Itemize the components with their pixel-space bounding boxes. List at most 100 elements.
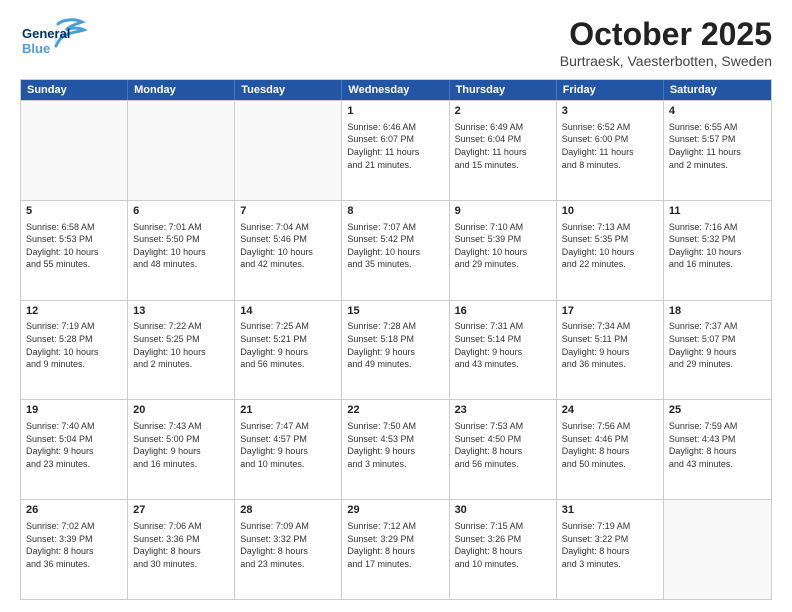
cell-line: Sunrise: 7:59 AM	[669, 420, 766, 433]
cell-line: and 56 minutes.	[455, 458, 551, 471]
cell-line: Daylight: 10 hours	[562, 246, 658, 259]
cell-line: Sunset: 5:46 PM	[240, 233, 336, 246]
cell-line: Daylight: 9 hours	[669, 346, 766, 359]
day-number: 2	[455, 104, 551, 119]
day-number: 20	[133, 403, 229, 418]
cell-line: Sunrise: 7:02 AM	[26, 520, 122, 533]
cell-line: Sunset: 5:57 PM	[669, 133, 766, 146]
calendar-cell: 19Sunrise: 7:40 AMSunset: 5:04 PMDayligh…	[21, 400, 128, 499]
cell-line: Sunset: 4:46 PM	[562, 433, 658, 446]
cell-line: Daylight: 10 hours	[26, 346, 122, 359]
cell-line: and 42 minutes.	[240, 258, 336, 271]
cell-line: Daylight: 8 hours	[455, 545, 551, 558]
cell-line: Sunrise: 7:47 AM	[240, 420, 336, 433]
cell-line: and 43 minutes.	[669, 458, 766, 471]
cell-line: and 21 minutes.	[347, 159, 443, 172]
calendar-cell: 22Sunrise: 7:50 AMSunset: 4:53 PMDayligh…	[342, 400, 449, 499]
calendar-cell: 8Sunrise: 7:07 AMSunset: 5:42 PMDaylight…	[342, 201, 449, 300]
day-number: 21	[240, 403, 336, 418]
cell-line: Daylight: 10 hours	[133, 246, 229, 259]
calendar-cell: 31Sunrise: 7:19 AMSunset: 3:22 PMDayligh…	[557, 500, 664, 599]
day-number: 6	[133, 204, 229, 219]
cell-line: Sunrise: 7:50 AM	[347, 420, 443, 433]
header-friday: Friday	[557, 80, 664, 100]
cell-line: Daylight: 10 hours	[133, 346, 229, 359]
calendar-cell: 21Sunrise: 7:47 AMSunset: 4:57 PMDayligh…	[235, 400, 342, 499]
cell-line: Sunrise: 7:12 AM	[347, 520, 443, 533]
logo: General Blue	[20, 16, 88, 60]
cell-line: Sunrise: 6:58 AM	[26, 221, 122, 234]
page: General Blue October 2025 Burtraesk, Vae…	[0, 0, 792, 612]
cell-line: Sunrise: 7:13 AM	[562, 221, 658, 234]
cell-line: Daylight: 8 hours	[562, 545, 658, 558]
cell-line: and 23 minutes.	[240, 558, 336, 571]
calendar-cell: 4Sunrise: 6:55 AMSunset: 5:57 PMDaylight…	[664, 101, 771, 200]
cell-line: Sunrise: 7:31 AM	[455, 320, 551, 333]
cell-line: and 17 minutes.	[347, 558, 443, 571]
cell-line: Daylight: 8 hours	[562, 445, 658, 458]
cell-line: Sunrise: 7:34 AM	[562, 320, 658, 333]
cell-line: Daylight: 11 hours	[669, 146, 766, 159]
cell-line: and 43 minutes.	[455, 358, 551, 371]
cell-line: and 48 minutes.	[133, 258, 229, 271]
cell-line: and 23 minutes.	[26, 458, 122, 471]
day-number: 9	[455, 204, 551, 219]
cell-line: Sunset: 5:42 PM	[347, 233, 443, 246]
cell-line: Sunrise: 7:07 AM	[347, 221, 443, 234]
cell-line: Sunset: 6:07 PM	[347, 133, 443, 146]
cell-line: Sunrise: 7:25 AM	[240, 320, 336, 333]
day-number: 10	[562, 204, 658, 219]
cell-line: and 10 minutes.	[455, 558, 551, 571]
cell-line: Daylight: 10 hours	[240, 246, 336, 259]
cell-line: and 56 minutes.	[240, 358, 336, 371]
day-number: 22	[347, 403, 443, 418]
cell-line: Daylight: 9 hours	[455, 346, 551, 359]
cell-line: Sunrise: 7:16 AM	[669, 221, 766, 234]
cell-line: Sunset: 6:00 PM	[562, 133, 658, 146]
cell-line: Daylight: 11 hours	[455, 146, 551, 159]
calendar-cell: 2Sunrise: 6:49 AMSunset: 6:04 PMDaylight…	[450, 101, 557, 200]
cell-line: Daylight: 8 hours	[240, 545, 336, 558]
calendar-cell	[21, 101, 128, 200]
cell-line: Sunset: 3:26 PM	[455, 533, 551, 546]
day-number: 12	[26, 304, 122, 319]
cell-line: Daylight: 9 hours	[133, 445, 229, 458]
calendar-cell: 15Sunrise: 7:28 AMSunset: 5:18 PMDayligh…	[342, 301, 449, 400]
day-number: 15	[347, 304, 443, 319]
day-number: 25	[669, 403, 766, 418]
calendar-cell: 20Sunrise: 7:43 AMSunset: 5:00 PMDayligh…	[128, 400, 235, 499]
cell-line: Daylight: 9 hours	[240, 445, 336, 458]
cell-line: Sunset: 5:35 PM	[562, 233, 658, 246]
calendar-cell: 3Sunrise: 6:52 AMSunset: 6:00 PMDaylight…	[557, 101, 664, 200]
header-thursday: Thursday	[450, 80, 557, 100]
cell-line: Sunrise: 7:15 AM	[455, 520, 551, 533]
cell-line: and 30 minutes.	[133, 558, 229, 571]
day-number: 3	[562, 104, 658, 119]
calendar-cell: 10 Sunrise: 7:13 AMSunset: 5:35 PMDayligh…	[557, 201, 664, 300]
cell-line: Daylight: 9 hours	[562, 346, 658, 359]
day-number: 7	[240, 204, 336, 219]
calendar-header: Sunday Monday Tuesday Wednesday Thursday…	[21, 80, 771, 100]
calendar-cell	[664, 500, 771, 599]
calendar-cell: 1Sunrise: 6:46 AMSunset: 6:07 PMDaylight…	[342, 101, 449, 200]
cell-line: Daylight: 10 hours	[455, 246, 551, 259]
calendar-cell: 11Sunrise: 7:16 AMSunset: 5:32 PMDayligh…	[664, 201, 771, 300]
calendar-row-1: 5Sunrise: 6:58 AMSunset: 5:53 PMDaylight…	[21, 200, 771, 300]
cell-line: and 49 minutes.	[347, 358, 443, 371]
cell-line: Daylight: 10 hours	[347, 246, 443, 259]
cell-line: Daylight: 8 hours	[347, 545, 443, 558]
cell-line: and 3 minutes.	[562, 558, 658, 571]
day-number: 24	[562, 403, 658, 418]
calendar-cell: 7Sunrise: 7:04 AMSunset: 5:46 PMDaylight…	[235, 201, 342, 300]
cell-line: and 36 minutes.	[562, 358, 658, 371]
cell-line: Sunset: 5:28 PM	[26, 333, 122, 346]
cell-line: Sunrise: 7:09 AM	[240, 520, 336, 533]
cell-line: and 9 minutes.	[26, 358, 122, 371]
day-number: 19	[26, 403, 122, 418]
day-number: 1	[347, 104, 443, 119]
cell-line: Sunrise: 7:40 AM	[26, 420, 122, 433]
cell-line: Sunset: 4:43 PM	[669, 433, 766, 446]
cell-line: and 15 minutes.	[455, 159, 551, 172]
day-number: 23	[455, 403, 551, 418]
cell-line: Sunrise: 6:55 AM	[669, 121, 766, 134]
